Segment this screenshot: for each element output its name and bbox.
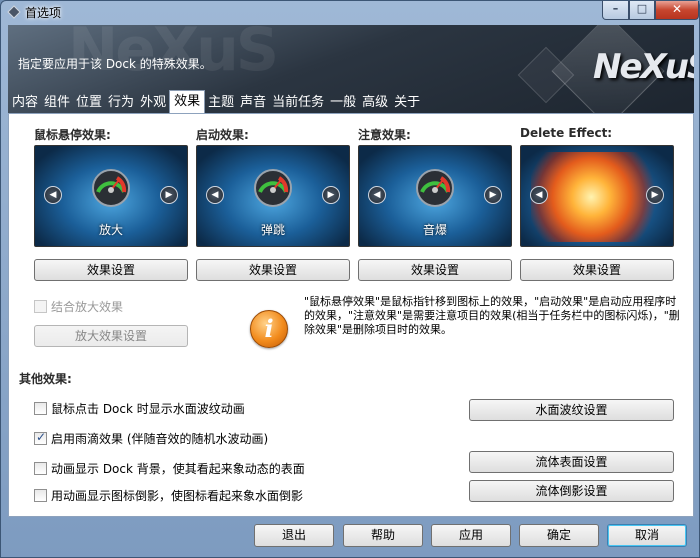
delete-effect-settings-button[interactable]: 效果设置 — [520, 259, 674, 281]
tab-sound[interactable]: 声音 — [237, 92, 269, 113]
attention-effect-preview: ◀ ▶ 音爆 — [358, 145, 512, 247]
next-arrow-icon[interactable]: ▶ — [322, 186, 340, 204]
hover-effect-name: 放大 — [98, 223, 123, 237]
tab-behavior[interactable]: 行为 — [105, 92, 137, 113]
nexus-logo: NeXuS — [593, 47, 694, 87]
gauge-icon — [254, 169, 292, 207]
attention-effect-label: 注意效果: — [358, 128, 411, 142]
hover-effect-settings-button[interactable]: 效果设置 — [34, 259, 188, 281]
launch-effect-label: 启动效果: — [196, 128, 249, 142]
prev-arrow-icon[interactable]: ◀ — [206, 186, 224, 204]
next-arrow-icon[interactable]: ▶ — [160, 186, 178, 204]
minimize-icon: – — [612, 2, 619, 15]
combine-zoom-box[interactable] — [34, 299, 47, 313]
animated-background-checkbox[interactable]: 动画显示 Dock 背景，使其看起来象动态的表面 — [34, 460, 305, 476]
title-bar[interactable]: 首选项 – □ ✕ — [1, 1, 699, 23]
prev-arrow-icon[interactable]: ◀ — [530, 186, 548, 204]
combine-zoom-checkbox[interactable]: 结合放大效果 — [34, 298, 123, 314]
tab-general[interactable]: 一般 — [327, 92, 359, 113]
window-title: 首选项 — [25, 6, 62, 20]
prev-arrow-icon[interactable]: ◀ — [44, 186, 62, 204]
app-icon — [7, 5, 21, 19]
ripple-settings-button[interactable]: 水面波纹设置 — [469, 399, 674, 421]
effects-panel: 鼠标悬停效果: 启动效果: 注意效果: Delete Effect: ◀ ▶ 放… — [8, 113, 694, 517]
launch-effect-name: 弹跳 — [260, 223, 285, 237]
preferences-window: 首选项 – □ ✕ NeXuS 指定要应用于该 Dock 的特殊效果。 NeXu… — [0, 0, 700, 558]
animated-reflection-label: 用动画显示图标倒影，使图标看起来象水面倒影 — [51, 488, 304, 503]
tab-components[interactable]: 组件 — [41, 92, 73, 113]
close-icon: ✕ — [671, 2, 683, 16]
hover-effect-label: 鼠标悬停效果: — [34, 128, 111, 142]
checkmark-icon: ✓ — [36, 429, 47, 444]
tab-theme[interactable]: 主题 — [205, 92, 237, 113]
ok-button[interactable]: 确定 — [519, 524, 599, 547]
header-description: 指定要应用于该 Dock 的特殊效果。 — [18, 57, 212, 71]
launch-effect-preview: ◀ ▶ 弹跳 — [196, 145, 350, 247]
zoom-settings-button[interactable]: 放大效果设置 — [34, 325, 188, 347]
ripple-click-label: 鼠标点击 Dock 时显示水面波纹动画 — [51, 401, 245, 416]
cancel-button[interactable]: 取消 — [607, 524, 687, 547]
help-button[interactable]: 帮助 — [343, 524, 423, 547]
minimize-button[interactable]: – — [602, 1, 629, 20]
exit-button[interactable]: 退出 — [254, 524, 334, 547]
animated-reflection-checkbox[interactable]: 用动画显示图标倒影，使图标看起来象水面倒影 — [34, 487, 303, 503]
other-effects-label: 其他效果: — [19, 372, 72, 386]
prev-arrow-icon[interactable]: ◀ — [368, 186, 386, 204]
gauge-icon — [92, 169, 130, 207]
fluid-surface-settings-button[interactable]: 流体表面设置 — [469, 451, 674, 473]
tab-content[interactable]: 内容 — [9, 92, 41, 113]
maximize-button[interactable]: □ — [629, 1, 655, 20]
fluid-reflection-settings-button[interactable]: 流体倒影设置 — [469, 480, 674, 502]
delete-effect-preview: ◀ ▶ — [520, 145, 674, 247]
info-icon: i — [250, 310, 288, 348]
tab-bar: 内容 组件 位置 行为 外观 效果 主题 声音 当前任务 一般 高级 关于 — [9, 90, 423, 113]
ripple-click-checkbox[interactable]: 鼠标点击 Dock 时显示水面波纹动画 — [34, 400, 245, 416]
animated-background-box[interactable] — [34, 461, 47, 475]
close-button[interactable]: ✕ — [655, 1, 699, 20]
tab-position[interactable]: 位置 — [73, 92, 105, 113]
tab-appearance[interactable]: 外观 — [137, 92, 169, 113]
attention-effect-settings-button[interactable]: 效果设置 — [358, 259, 512, 281]
launch-effect-settings-button[interactable]: 效果设置 — [196, 259, 350, 281]
raindrop-checkbox[interactable]: ✓ 启用雨滴效果 (伴随音效的随机水波动画) — [34, 430, 268, 446]
next-arrow-icon[interactable]: ▶ — [646, 186, 664, 204]
delete-effect-label: Delete Effect: — [520, 126, 613, 140]
tab-about[interactable]: 关于 — [391, 92, 423, 113]
hover-effect-preview: ◀ ▶ 放大 — [34, 145, 188, 247]
raindrop-box[interactable]: ✓ — [34, 429, 47, 445]
explosion-graphic — [531, 152, 665, 242]
attention-effect-name: 音爆 — [422, 223, 447, 237]
apply-button[interactable]: 应用 — [431, 524, 511, 547]
raindrop-label: 启用雨滴效果 (伴随音效的随机水波动画) — [51, 431, 269, 446]
tab-effects[interactable]: 效果 — [169, 90, 206, 113]
tab-advanced[interactable]: 高级 — [359, 92, 391, 113]
next-arrow-icon[interactable]: ▶ — [484, 186, 502, 204]
animated-background-label: 动画显示 Dock 背景，使其看起来象动态的表面 — [51, 461, 305, 476]
maximize-icon: □ — [636, 2, 648, 15]
gauge-icon — [416, 169, 454, 207]
animated-reflection-box[interactable] — [34, 488, 47, 502]
info-description: "鼠标悬停效果"是鼠标指针移到图标上的效果，"启动效果"是启动应用程序时的效果，… — [304, 295, 680, 336]
tab-current-tasks[interactable]: 当前任务 — [269, 92, 327, 113]
combine-zoom-label: 结合放大效果 — [51, 299, 124, 314]
ripple-click-box[interactable] — [34, 401, 47, 415]
